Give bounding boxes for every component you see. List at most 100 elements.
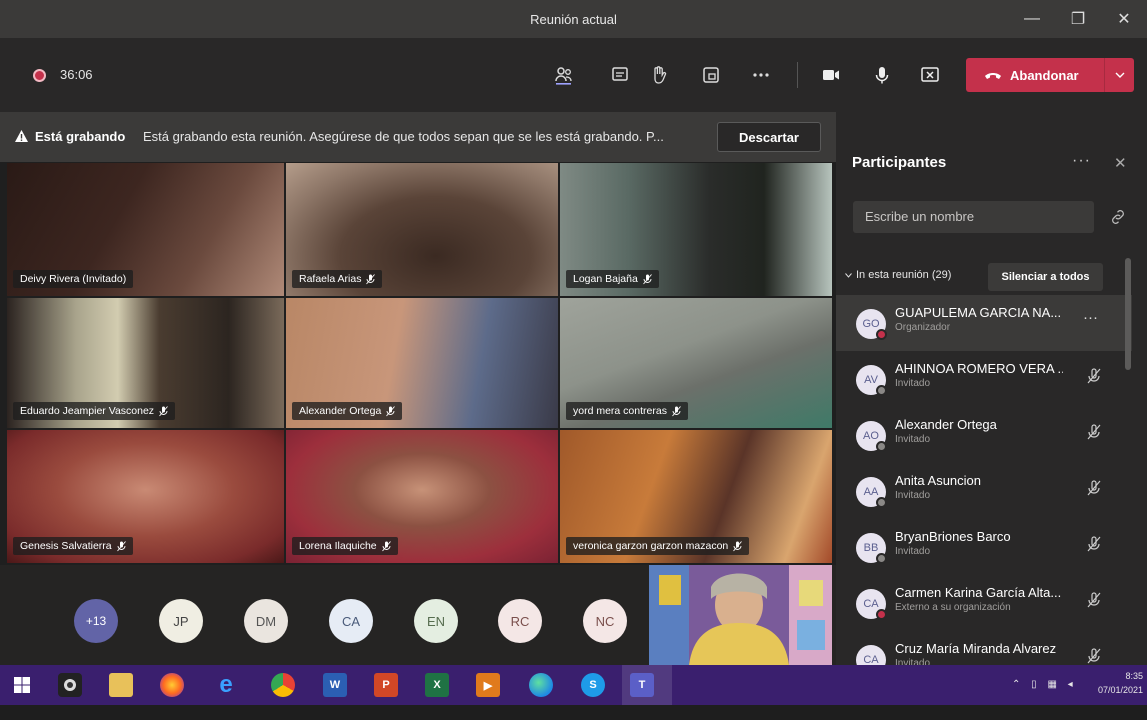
participant-role: Organizador (895, 322, 951, 333)
avatar[interactable]: EN (414, 599, 458, 643)
tile-name-label: Alexander Ortega (292, 402, 403, 420)
avatar[interactable]: NC (583, 599, 627, 643)
muted-mic-icon (116, 540, 126, 551)
collapse-chevron-icon (845, 273, 852, 278)
video-tile[interactable]: Alexander Ortega (286, 298, 558, 428)
participant-name: Alexander Ortega (895, 417, 997, 432)
raise-hand-icon[interactable] (645, 62, 673, 88)
participant-item[interactable]: GO GUAPULEMA GARCIA NA... Organizador ··… (836, 295, 1132, 351)
title-bar: Reunión actual — ❐ ✕ (0, 0, 1147, 38)
powerpoint-icon[interactable]: P (374, 673, 398, 697)
skype-icon[interactable]: S (581, 673, 605, 697)
participant-name: BryanBriones Barco (895, 529, 1011, 544)
avatar[interactable]: CA (329, 599, 373, 643)
video-tile[interactable]: Deivy Rivera (Invitado) (7, 163, 284, 296)
status-badge (876, 497, 887, 508)
status-badge (876, 553, 887, 564)
leave-meeting-button[interactable]: Abandonar (966, 58, 1134, 92)
word-icon[interactable]: W (323, 673, 347, 697)
participant-name: Cruz María Miranda Alvarez (895, 641, 1057, 656)
panel-more-options-button[interactable]: ··· (1072, 152, 1091, 170)
chrome-icon[interactable] (271, 673, 295, 697)
window-controls: — ❐ ✕ (1009, 0, 1147, 38)
warning-icon (14, 129, 29, 148)
muted-mic-icon (733, 540, 743, 551)
tile-name-label: veronica garzon garzon mazacon (566, 537, 750, 555)
dismiss-button[interactable]: Descartar (717, 122, 821, 152)
video-tile[interactable]: Logan Bajaña (560, 163, 832, 296)
muted-mic-icon (386, 405, 396, 416)
participant-search-input[interactable]: Escribe un nombre (853, 201, 1094, 233)
screen-bottom-edge (0, 705, 1147, 720)
muted-mic-icon (1087, 592, 1103, 610)
participant-item[interactable]: BB BryanBriones Barco Invitado (836, 519, 1132, 575)
muted-mic-icon (1087, 424, 1103, 442)
in-meeting-section-header[interactable]: In esta reunión (29) (845, 269, 951, 281)
media-player-icon[interactable]: ▶ (476, 673, 500, 697)
overflow-count-avatar[interactable]: +13 (74, 599, 118, 643)
participant-role: Externo a su organización (895, 602, 1011, 613)
window-title: Reunión actual (530, 11, 617, 27)
participant-role: Invitado (895, 658, 931, 665)
firefox-icon[interactable] (160, 673, 184, 697)
avatar[interactable]: JP (159, 599, 203, 643)
file-explorer-icon[interactable] (109, 673, 133, 697)
participant-role: Invitado (895, 434, 931, 445)
muted-mic-icon (381, 540, 391, 551)
participant-item[interactable]: AV AHINNOA ROMERO VERA ... Invitado (836, 351, 1132, 407)
teams-meeting-window: Reunión actual — ❐ ✕ 36:06 Abandonar Est… (0, 0, 1147, 720)
status-badge (876, 609, 887, 620)
recording-indicator-icon (33, 69, 46, 82)
system-tray-icons[interactable]: ⌃ ▯ ▦ ◂ (1012, 679, 1077, 690)
video-tile[interactable]: Genesis Salvatierra (7, 430, 284, 563)
video-grid: Deivy Rivera (Invitado) Rafaela Arias Lo… (7, 163, 832, 563)
clock-date: 07/01/2021 (1097, 685, 1143, 695)
self-video-preview[interactable] (649, 565, 832, 665)
leave-options-chevron-icon[interactable] (1104, 58, 1134, 92)
share-tray-icon[interactable] (697, 62, 725, 88)
video-tile[interactable]: Rafaela Arias (286, 163, 558, 296)
avatar[interactable]: RC (498, 599, 542, 643)
camera-app-icon[interactable] (58, 673, 82, 697)
teams-icon[interactable]: T (630, 673, 654, 697)
maximize-button[interactable]: ❐ (1055, 0, 1101, 38)
status-badge (876, 385, 887, 396)
camera-icon[interactable] (817, 62, 845, 88)
internet-explorer-icon[interactable]: e (214, 671, 238, 698)
panel-close-button[interactable]: ✕ (1114, 154, 1127, 172)
participant-item[interactable]: CA Carmen Karina García Alta... Externo … (836, 575, 1132, 631)
participant-list-scrollbar[interactable] (1125, 258, 1131, 370)
meeting-timer: 36:06 (60, 67, 93, 82)
edge-icon[interactable] (529, 673, 553, 697)
taskbar-clock[interactable]: 8:35 07/01/2021 (1087, 669, 1143, 697)
status-badge (876, 441, 887, 452)
participant-role: Invitado (895, 490, 931, 501)
share-screen-icon[interactable] (916, 62, 944, 88)
video-tile[interactable]: veronica garzon garzon mazacon (560, 430, 832, 563)
participant-item[interactable]: CA Cruz María Miranda Alvarez Invitado (836, 631, 1132, 665)
video-tile[interactable]: yord mera contreras (560, 298, 832, 428)
chat-icon[interactable] (606, 62, 634, 88)
more-actions-icon[interactable] (747, 62, 775, 88)
overflow-participants-row: +13 JP DM CA EN RC NC (0, 565, 836, 665)
mute-all-button[interactable]: Silenciar a todos (988, 263, 1103, 291)
hang-up-icon (984, 67, 1002, 88)
video-tile[interactable]: Eduardo Jeampier Vasconez (7, 298, 284, 428)
minimize-button[interactable]: — (1009, 0, 1055, 38)
clock-time: 8:35 (1125, 671, 1143, 681)
participant-item[interactable]: AA Anita Asuncion Invitado (836, 463, 1132, 519)
share-invite-icon[interactable] (1110, 209, 1126, 225)
close-window-button[interactable]: ✕ (1101, 0, 1147, 38)
participant-item[interactable]: AO Alexander Ortega Invitado (836, 407, 1132, 463)
windows-start-icon[interactable] (10, 673, 34, 697)
participant-more-options-icon[interactable]: ··· (1083, 309, 1098, 326)
avatar[interactable]: DM (244, 599, 288, 643)
participants-icon[interactable] (550, 62, 578, 88)
tile-name-label: yord mera contreras (566, 402, 688, 420)
participants-panel: Participantes ··· ✕ Escribe un nombre In… (836, 112, 1147, 665)
microphone-icon[interactable] (868, 62, 896, 88)
video-tile[interactable]: Lorena Ilaquiche (286, 430, 558, 563)
excel-icon[interactable]: X (425, 673, 449, 697)
participant-name: GUAPULEMA GARCIA NA... (895, 305, 1062, 320)
muted-mic-icon (1087, 368, 1103, 386)
